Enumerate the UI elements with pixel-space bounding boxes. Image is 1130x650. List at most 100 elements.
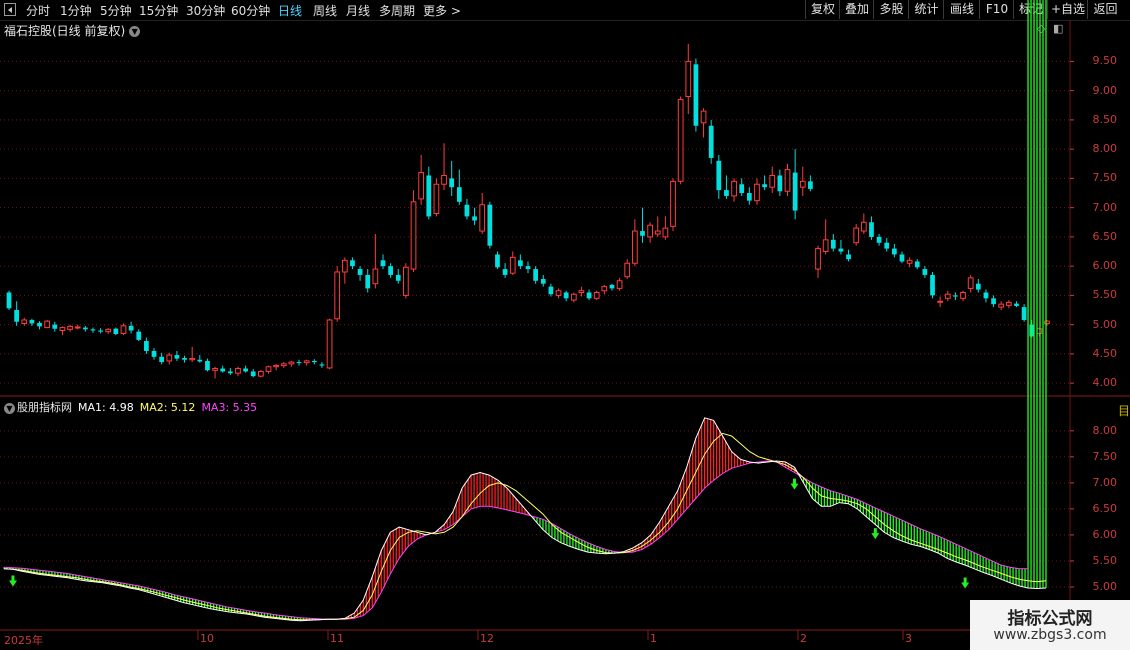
restore-icon[interactable]: ◧ [1053, 22, 1063, 35]
candle-body [716, 160, 722, 191]
candle-body [82, 327, 88, 330]
side-edge-char: 目 [1118, 404, 1130, 418]
btn-fanhui[interactable]: 返回 [1087, 0, 1123, 19]
candle-body [1014, 303, 1019, 306]
down-arrow-icon [871, 528, 880, 540]
candle-body [746, 193, 752, 201]
period-monthly[interactable]: 月线 [346, 2, 370, 19]
x-tick-label: 11 [330, 632, 344, 645]
candle-body [822, 239, 829, 253]
candle-body [303, 360, 310, 364]
candle-body [624, 262, 631, 278]
ma1-label: MA1: 4.98 [78, 401, 134, 414]
candle-body [243, 368, 248, 372]
indicator-name: 股朋指标网 [17, 401, 72, 414]
candle-body [21, 319, 28, 324]
candle-body [815, 248, 821, 270]
main-y-tick-label: 6.00 [1092, 259, 1118, 273]
main-y-tick-label: 7.50 [1092, 171, 1118, 185]
candle-body [838, 248, 844, 252]
candle-body [227, 371, 233, 374]
back-icon[interactable] [4, 3, 16, 16]
candle-body [426, 175, 432, 217]
candle-body [960, 291, 966, 299]
indicator-y-tick-label: 5.50 [1092, 553, 1118, 567]
period-daily[interactable]: 日线 [278, 2, 302, 19]
down-arrow-icon [790, 478, 799, 490]
candle-body [326, 319, 333, 369]
btn-fuquan[interactable]: 复权 [805, 0, 840, 19]
candle-body [601, 286, 608, 292]
candle-body [212, 368, 218, 371]
candle-body [808, 181, 813, 189]
candle-body [525, 266, 531, 270]
x-tick-label: 3 [905, 632, 912, 645]
ma2-label: MA2: 5.12 [139, 401, 196, 414]
chevron-down-icon[interactable]: ▼ [129, 26, 141, 37]
main-y-tick-label: 7.00 [1092, 200, 1118, 214]
period-15min[interactable]: 15分钟 [139, 2, 178, 19]
candle-body [372, 268, 379, 285]
period-multi[interactable]: 多周期 [379, 2, 415, 19]
main-y-tick-label: 5.00 [1092, 317, 1118, 331]
ma3-line [3, 460, 1028, 620]
candle-body [640, 231, 645, 236]
candle-body [906, 259, 913, 264]
candle-body [792, 172, 798, 211]
period-60min[interactable]: 60分钟 [231, 2, 270, 19]
candle-body [388, 266, 393, 275]
candle-body [685, 60, 692, 97]
candle-body [144, 341, 149, 351]
btn-f10[interactable]: F10 [979, 0, 1014, 19]
btn-diejia[interactable]: 叠加 [839, 0, 874, 19]
candle-body [1036, 328, 1043, 334]
period-fenshi[interactable]: 分时 [26, 2, 50, 19]
candle-body [983, 292, 989, 299]
candle-body [410, 201, 417, 270]
candle-body [265, 366, 272, 372]
btn-tongji[interactable]: 统计 [908, 0, 944, 19]
stock-title: 福石控股(日线 前复权) [4, 24, 126, 38]
indicator-y-tick-label: 6.00 [1092, 527, 1118, 541]
candle-body [944, 293, 951, 299]
candle-body [235, 368, 241, 374]
indicator-menu-icon[interactable]: ▼ [4, 402, 15, 414]
period-5min[interactable]: 5分钟 [100, 2, 132, 19]
btn-zixuan[interactable]: +自选 [1047, 0, 1088, 19]
candle-body [1044, 320, 1050, 324]
period-1min[interactable]: 1分钟 [60, 2, 92, 19]
x-tick-label: 12 [480, 632, 494, 645]
candle-body [479, 204, 486, 232]
candle-body [74, 326, 81, 329]
candle-body [90, 329, 96, 331]
candle-body [853, 227, 860, 244]
candle-body [693, 64, 699, 126]
candle-body [189, 358, 196, 361]
period-30min[interactable]: 30分钟 [186, 2, 225, 19]
btn-duogu[interactable]: 多股 [873, 0, 909, 19]
candle-body [548, 286, 554, 295]
x-tick-label: 2025年 [4, 634, 43, 647]
candle-body [846, 254, 851, 260]
candle-body [777, 175, 783, 192]
btn-huaxian[interactable]: 画线 [943, 0, 980, 19]
x-tick-label: 10 [200, 632, 214, 645]
watermark: 指标公式网 www.zbgs3.com [970, 600, 1130, 650]
ma1-line [3, 417, 1047, 622]
ma3-label: MA3: 5.35 [201, 401, 258, 414]
candle-body [578, 290, 585, 293]
period-weekly[interactable]: 周线 [313, 2, 337, 19]
indicator-y-tick-label: 5.00 [1092, 579, 1118, 593]
indicator-header: ▼ 股朋指标网 MA1: 4.98 MA2: 5.12 MA3: 5.35 [4, 399, 263, 415]
candle-body [953, 295, 958, 297]
period-more[interactable]: 更多 > [423, 2, 461, 19]
watermark-title: 指标公式网 [1007, 609, 1093, 629]
candle-body [418, 172, 425, 200]
candle-body [998, 303, 1005, 308]
candle-body [151, 350, 157, 357]
btn-biaoji[interactable]: 标记 [1013, 0, 1048, 19]
candle-body [975, 283, 981, 290]
candle-body [319, 364, 325, 366]
candle-body [754, 183, 760, 202]
diamond-icon[interactable]: ◇ [1037, 22, 1045, 35]
